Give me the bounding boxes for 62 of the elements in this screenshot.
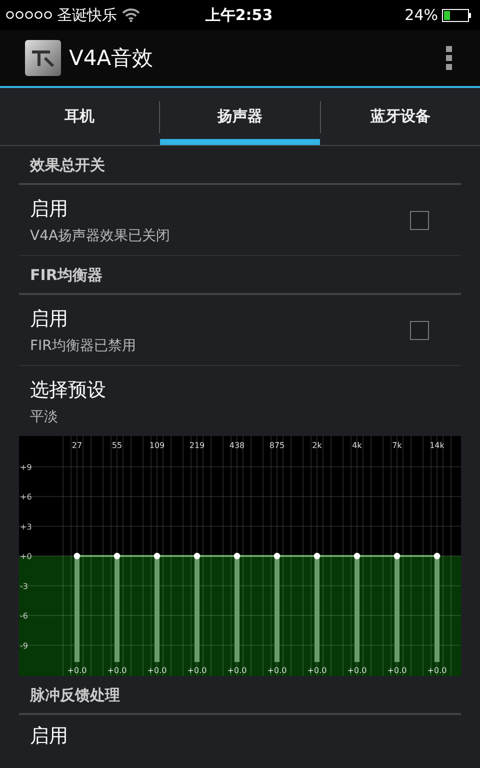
wifi-icon xyxy=(122,8,140,22)
app-icon[interactable] xyxy=(25,40,61,76)
band-slider[interactable] xyxy=(194,552,200,662)
gain-tick-label: -6 xyxy=(20,612,28,620)
frequency-label: 875 xyxy=(269,441,285,450)
band-value-label: +0.0 xyxy=(107,666,127,675)
checkbox[interactable] xyxy=(410,211,429,230)
band-slider[interactable] xyxy=(114,552,120,662)
band-value-label: +0.0 xyxy=(307,666,327,675)
gain-tick-label: +9 xyxy=(20,462,32,472)
setting-title: 启用 xyxy=(30,307,69,332)
band-slider[interactable] xyxy=(74,552,80,662)
section-header: FIR均衡器 xyxy=(30,266,102,285)
tab[interactable]: 蓝牙设备 xyxy=(320,88,480,145)
frequency-label: 14k xyxy=(430,441,444,450)
battery-percent: 24% xyxy=(404,6,438,24)
tab[interactable]: 扬声器 xyxy=(160,88,320,145)
tab[interactable]: 耳机 xyxy=(0,88,160,145)
band-slider[interactable] xyxy=(354,552,360,662)
section-header: 脉冲反馈处理 xyxy=(30,686,120,705)
frequency-label: 2k xyxy=(312,441,322,450)
frequency-label: 219 xyxy=(189,441,205,450)
frequency-label: 4k xyxy=(352,441,362,450)
section-header: 效果总开关 xyxy=(30,156,105,175)
band-value-label: +0.0 xyxy=(267,666,287,675)
setting-summary: V4A扬声器效果已关闭 xyxy=(30,227,172,245)
frequency-label: 55 xyxy=(112,441,122,450)
checkbox[interactable] xyxy=(410,321,429,340)
app-title: V4A音效 xyxy=(69,45,154,72)
band-value-label: +0.0 xyxy=(227,666,247,675)
band-slider[interactable] xyxy=(394,552,400,662)
setting-summary: 平淡 xyxy=(30,408,59,426)
gain-tick-label: +3 xyxy=(20,522,32,532)
overflow-menu-icon[interactable] xyxy=(446,46,452,70)
carrier-name: 圣诞快乐 xyxy=(57,6,117,24)
gain-tick-label: -3 xyxy=(20,582,28,591)
clock-time: 上午2:53 xyxy=(205,6,273,24)
band-slider[interactable] xyxy=(314,552,320,662)
band-slider[interactable] xyxy=(274,552,280,662)
frequency-label: 27 xyxy=(72,441,82,450)
band-value-label: +0.0 xyxy=(427,666,447,675)
band-slider[interactable] xyxy=(234,552,240,662)
band-slider[interactable] xyxy=(154,552,160,662)
band-value-label: +0.0 xyxy=(187,666,207,675)
gain-tick-label: +0 xyxy=(20,552,32,561)
battery-icon xyxy=(442,8,472,22)
setting-summary: FIR均衡器已禁用 xyxy=(30,337,137,355)
frequency-label: 7k xyxy=(392,441,402,450)
band-value-label: +0.0 xyxy=(67,666,87,675)
signal-icon xyxy=(6,11,52,19)
setting-title: 启用 xyxy=(30,197,69,222)
band-slider[interactable] xyxy=(434,552,440,662)
band-value-label: +0.0 xyxy=(147,666,167,675)
gain-tick-label: -9 xyxy=(20,641,28,650)
setting-title[interactable]: 选择预设 xyxy=(30,377,450,403)
band-value-label: +0.0 xyxy=(387,666,407,675)
band-value-label: +0.0 xyxy=(347,666,367,675)
equalizer-graph[interactable]: 27 55 109 219 438 875 2k 4k 7k 14k +9 +6 +3 +0 -3 -6 -9 +0.0 +0.0 +0.0 +0.0 +0.0 +0.0 +0.0 +0.0 +0.0 +0.0 xyxy=(19,436,461,676)
setting-title: 启用 xyxy=(30,725,68,747)
gain-tick-label: +6 xyxy=(20,492,32,502)
frequency-label: 109 xyxy=(149,441,165,450)
frequency-label: 438 xyxy=(229,441,245,450)
